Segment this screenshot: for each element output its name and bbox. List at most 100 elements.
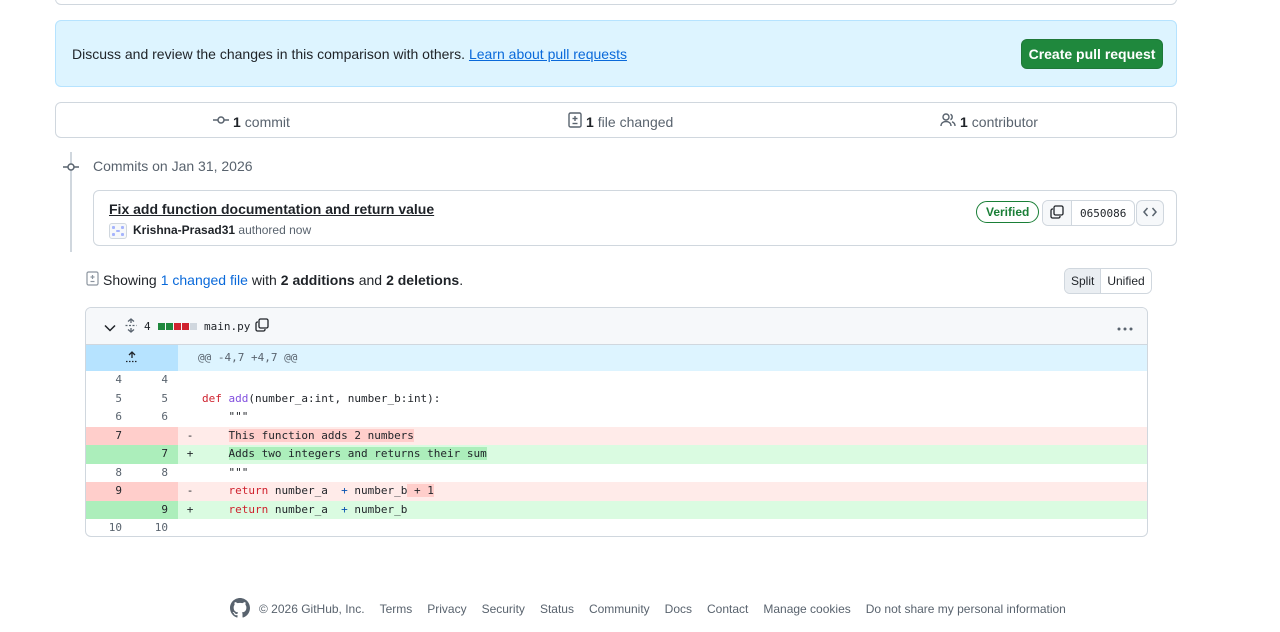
banner-message: Discuss and review the changes in this c…	[72, 46, 465, 62]
diffstat	[158, 308, 197, 345]
diff-code	[202, 371, 1147, 390]
footer-link-security[interactable]: Security	[482, 602, 525, 616]
diff-code: return number_a + number_b + 1	[228, 484, 434, 497]
commit-author-link[interactable]: Krishna-Prasad31	[133, 223, 235, 237]
diff-sign	[178, 371, 202, 390]
changed-files-link[interactable]: 1 changed file	[161, 272, 248, 288]
diff-sign: -	[186, 428, 194, 442]
unified-view-button[interactable]: Unified	[1101, 269, 1151, 293]
diff-summary: Showing 1 changed file with 2 additions …	[86, 271, 463, 289]
deletions-count: 2 deletions	[386, 272, 460, 288]
diff-code: This function adds 2 numbers	[228, 428, 414, 442]
file-diff-icon	[568, 112, 582, 131]
files-count: 1	[586, 113, 594, 130]
commit-sha-link[interactable]: 0650086	[1072, 201, 1134, 225]
diff-line: 5 5 def add(number_a:int, number_b:int):	[86, 390, 1147, 409]
new-line-number[interactable]	[132, 482, 178, 501]
diff-code: return number_a + number_b	[228, 502, 408, 516]
github-logo-icon[interactable]	[230, 597, 250, 621]
footer-link-manage-cookies[interactable]: Manage cookies	[763, 602, 850, 616]
file-options-button[interactable]	[1117, 318, 1133, 336]
footer-link-docs[interactable]: Docs	[665, 602, 692, 616]
old-line-number[interactable]	[86, 445, 132, 464]
commits-date-heading: Commits on Jan 31, 2026	[93, 158, 253, 174]
expand-up-button[interactable]	[86, 345, 178, 371]
new-line-number[interactable]: 4	[132, 371, 178, 390]
verified-badge[interactable]: Verified	[976, 201, 1040, 223]
new-line-number[interactable]: 8	[132, 464, 178, 483]
previous-panel-edge	[55, 0, 1177, 5]
expand-icon	[125, 317, 137, 336]
contributors-stat[interactable]: 1 contributor	[940, 112, 1038, 131]
old-line-number[interactable]: 10	[86, 519, 132, 536]
footer-link-privacy[interactable]: Privacy	[427, 602, 466, 616]
browse-repository-button[interactable]	[1136, 200, 1164, 226]
kebab-icon	[1117, 318, 1133, 335]
commits-label: commit	[244, 113, 290, 130]
new-line-number[interactable]: 5	[132, 390, 178, 409]
old-line-number[interactable]: 4	[86, 371, 132, 390]
new-line-number[interactable]: 7	[132, 445, 178, 464]
commit-item: Fix add function documentation and retur…	[93, 190, 1177, 246]
diff-sign	[178, 408, 202, 427]
old-line-number[interactable]: 8	[86, 464, 132, 483]
create-pull-request-button[interactable]: Create pull request	[1021, 39, 1163, 69]
copy-icon	[255, 318, 269, 335]
diff-sign	[178, 519, 202, 536]
summary-period: .	[459, 272, 464, 288]
expand-up-icon	[125, 350, 139, 366]
old-line-number[interactable]: 5	[86, 390, 132, 409]
comparison-stats: 1 commit 1 file changed 1 contributor	[55, 102, 1177, 138]
old-line-number[interactable]: 6	[86, 408, 132, 427]
people-icon	[940, 112, 956, 131]
file-header: 4 main.py	[86, 308, 1147, 345]
file-diff: 4 main.py @@ -4,7 +4,7 @@ 4 4 5 5 def ad…	[85, 307, 1148, 537]
new-line-number[interactable]	[132, 426, 178, 445]
diff-code: Adds two integers and returns their sum	[228, 447, 487, 460]
commit-time: authored now	[238, 223, 312, 237]
commit-author-line: Krishna-Prasad31 authored now	[133, 223, 311, 237]
diff-sign	[178, 390, 202, 409]
collapse-file-button[interactable]	[104, 308, 116, 345]
new-line-number[interactable]: 10	[132, 519, 178, 536]
old-line-number[interactable]: 9	[86, 482, 132, 501]
diff-view-toggle: Split Unified	[1064, 268, 1152, 294]
files-changed-stat[interactable]: 1 file changed	[568, 112, 673, 131]
diff-line: 4 4	[86, 371, 1147, 390]
footer-link-contact[interactable]: Contact	[707, 602, 748, 616]
footer-link-community[interactable]: Community	[589, 602, 650, 616]
hunk-header-row: @@ -4,7 +4,7 @@	[86, 345, 1147, 371]
new-line-number[interactable]: 9	[132, 500, 178, 519]
avatar[interactable]	[109, 223, 127, 239]
added-line: 7 + Adds two integers and returns their …	[86, 445, 1147, 464]
file-name-link[interactable]: main.py	[204, 308, 250, 345]
summary-prefix: Showing	[103, 272, 157, 288]
copy-sha-button[interactable]	[1043, 201, 1072, 225]
old-line-number[interactable]	[86, 500, 132, 519]
contributors-count: 1	[960, 113, 968, 130]
copy-path-button[interactable]	[255, 308, 269, 345]
new-line-number[interactable]: 6	[132, 408, 178, 427]
footer-link-status[interactable]: Status	[540, 602, 574, 616]
diff-sign	[178, 464, 202, 483]
split-view-button[interactable]: Split	[1065, 269, 1102, 293]
diff-code: def add(number_a:int, number_b:int):	[202, 391, 441, 405]
page-footer: © 2026 GitHub, Inc. Terms Privacy Securi…	[230, 597, 1066, 621]
summary-with: with	[251, 272, 277, 288]
diff-code	[202, 519, 1147, 536]
footer-link-terms[interactable]: Terms	[380, 602, 413, 616]
learn-pull-requests-link[interactable]: Learn about pull requests	[469, 46, 627, 62]
chevron-down-icon	[104, 319, 116, 335]
commits-stat[interactable]: 1 commit	[213, 112, 290, 131]
diff-line: 8 8 """	[86, 464, 1147, 483]
expand-all-button[interactable]	[125, 308, 137, 345]
footer-link-do-not-share[interactable]: Do not share my personal information	[866, 602, 1066, 616]
commit-sha-group: 0650086	[1042, 200, 1136, 226]
footer-copyright: © 2026 GitHub, Inc.	[259, 602, 365, 616]
old-line-number[interactable]: 7	[86, 426, 132, 445]
commits-count: 1	[233, 113, 241, 130]
diff-sign: +	[186, 447, 194, 460]
diff-line: 6 6 """	[86, 408, 1147, 427]
commit-title-link[interactable]: Fix add function documentation and retur…	[109, 201, 434, 217]
diff-sign: +	[186, 502, 194, 516]
